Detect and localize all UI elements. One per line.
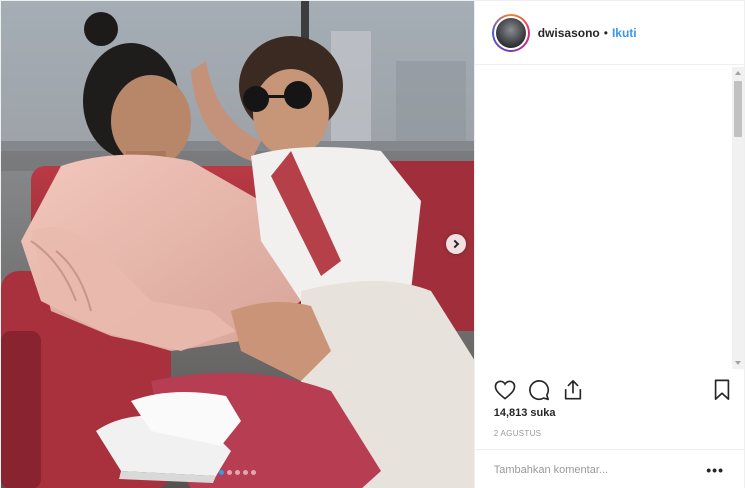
post-date[interactable]: 2 AGUSTUS	[494, 429, 542, 438]
carousel-dot	[250, 470, 256, 475]
like-button[interactable]	[493, 378, 517, 402]
heart-icon	[494, 380, 516, 400]
post-side-panel: dwisasono • Ikuti 14,813 suka 2 AGUSTUS …	[473, 1, 744, 488]
avatar-image	[495, 17, 526, 48]
carousel-dot	[242, 470, 248, 475]
username-link[interactable]: dwisasono	[538, 26, 600, 40]
separator-dot: •	[603, 25, 608, 40]
share-icon	[564, 380, 581, 400]
post-actions	[475, 373, 744, 407]
avatar[interactable]	[491, 13, 530, 52]
carousel-indicator	[1, 470, 474, 475]
bookmark-icon	[714, 379, 730, 400]
photo-illustration	[1, 1, 474, 488]
scroll-down-arrow-icon[interactable]	[735, 361, 741, 365]
comment-button[interactable]	[527, 378, 551, 402]
likes-count[interactable]: 14,813 suka	[494, 407, 556, 419]
post-photo[interactable]	[1, 1, 474, 488]
carousel-next-button[interactable]	[446, 234, 466, 254]
share-button[interactable]	[561, 378, 585, 402]
carousel-dot	[218, 470, 224, 475]
carousel-dot	[234, 470, 240, 475]
scroll-thumb[interactable]	[734, 81, 742, 137]
instagram-post: dwisasono • Ikuti 14,813 suka 2 AGUSTUS …	[0, 0, 745, 488]
comment-input[interactable]	[493, 463, 707, 476]
scroll-up-arrow-icon[interactable]	[735, 71, 741, 75]
comments-area[interactable]	[475, 65, 744, 371]
save-button[interactable]	[710, 378, 734, 402]
comments-scrollbar[interactable]	[732, 67, 744, 369]
follow-button[interactable]: Ikuti	[612, 26, 637, 40]
more-options-icon[interactable]: •••	[706, 462, 724, 478]
carousel-dot	[226, 470, 232, 475]
comment-form: •••	[474, 449, 744, 488]
comment-icon	[528, 380, 549, 401]
next-arrow-icon	[450, 239, 460, 249]
post-header: dwisasono • Ikuti	[474, 1, 744, 65]
